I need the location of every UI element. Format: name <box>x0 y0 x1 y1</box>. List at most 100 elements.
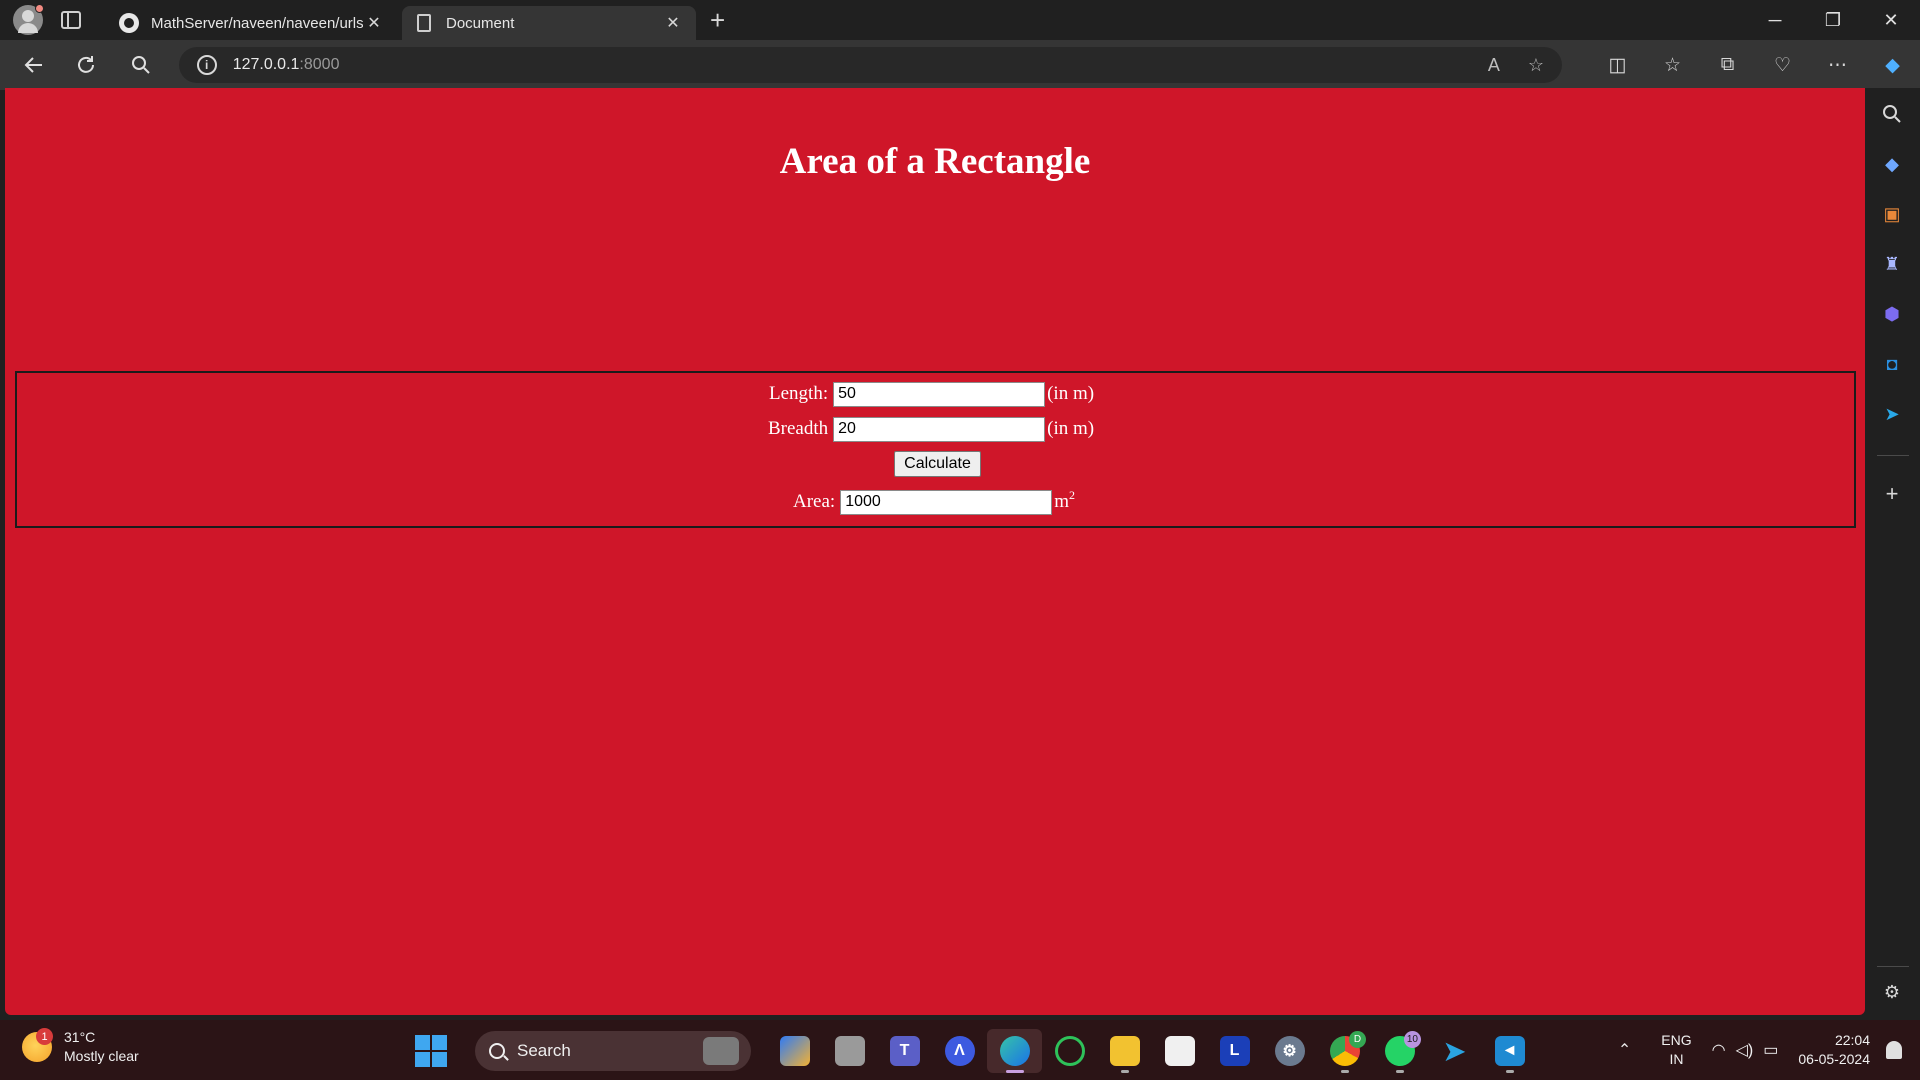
tag-icon[interactable]: ◆ <box>1880 152 1904 176</box>
reload-button[interactable] <box>69 47 105 83</box>
wifi-icon[interactable]: ◠ <box>1712 1040 1726 1060</box>
weather-badge: 1 <box>36 1028 53 1045</box>
calculator-form: Length: 50 (in m) Breadth 20 (in m) Calc… <box>15 371 1856 528</box>
reload-icon <box>78 56 95 73</box>
length-input[interactable]: 50 <box>833 381 1046 407</box>
site-info-icon[interactable]: i <box>196 55 217 75</box>
area-row: Area: 1000 m2 <box>793 488 1075 515</box>
area-output[interactable]: 1000 <box>840 489 1053 515</box>
sidebar-divider <box>1877 966 1909 967</box>
tab-title: MathServer/naveen/naveen/urls. <box>151 14 363 32</box>
url-host: 127.0.0.1 <box>232 56 300 73</box>
browser-toolbar: i 127.0.0.1:8000 A ☆ ◫ ☆ ⧉ ♡ ⋯ ◆ <box>0 40 1920 90</box>
taskbar-app-whatsapp[interactable]: 10 <box>1372 1029 1427 1073</box>
search-tab-button[interactable] <box>123 47 159 83</box>
weather-sun-icon: 1 <box>22 1028 53 1062</box>
breadth-row: Breadth 20 (in m) <box>768 416 1094 442</box>
back-button[interactable] <box>16 47 52 83</box>
taskbar-app-file-explorer[interactable] <box>1097 1029 1152 1073</box>
area-unit-base: m <box>1054 491 1069 512</box>
search-highlight-icon <box>703 1037 739 1065</box>
calculate-row: Calculate <box>894 451 981 477</box>
length-unit: (in m) <box>1047 383 1095 404</box>
taskbar-search-label: Search <box>517 1041 571 1060</box>
taskbar-app-circle[interactable] <box>1042 1029 1097 1073</box>
taskbar-app-l[interactable]: L <box>1207 1029 1262 1073</box>
minimize-button[interactable]: ─ <box>1746 0 1804 40</box>
split-screen-icon[interactable]: ◫ <box>1590 54 1645 77</box>
taskbar-app-vscode[interactable]: ◄ <box>1482 1029 1537 1073</box>
weather-condition: Mostly clear <box>64 1048 139 1064</box>
profile-avatar-icon[interactable] <box>13 4 44 35</box>
copilot-icon[interactable]: ◆ <box>1865 54 1920 77</box>
volume-icon[interactable]: ◁) <box>1736 1040 1754 1060</box>
outlook-icon[interactable]: ◘ <box>1880 352 1904 376</box>
taskbar-app-edge[interactable] <box>987 1029 1042 1073</box>
url-port: :8000 <box>299 56 340 73</box>
search-icon[interactable] <box>1880 102 1904 126</box>
taskbar-app-teams[interactable]: T <box>877 1029 932 1073</box>
taskbar-app-task-view[interactable] <box>822 1029 877 1073</box>
tab-close-icon[interactable]: ✕ <box>363 13 385 33</box>
collections-icon[interactable]: ⧉ <box>1700 54 1755 77</box>
whatsapp-badge: 10 <box>1403 1031 1421 1048</box>
breadth-input[interactable]: 20 <box>833 416 1046 442</box>
taskbar-app-telegram[interactable]: ➤ <box>1427 1029 1482 1073</box>
tab-strip: MathServer/naveen/naveen/urls. ✕ Documen… <box>0 0 1920 40</box>
new-tab-button[interactable]: + <box>710 5 725 36</box>
chess-icon[interactable]: ♜ <box>1880 252 1904 276</box>
taskbar-app-store[interactable] <box>1152 1029 1207 1073</box>
taskbar-app-settings[interactable]: ⚙ <box>1262 1029 1317 1073</box>
tab-title: Document <box>446 14 515 32</box>
language-line1: ENG <box>1661 1032 1692 1048</box>
favorites-icon[interactable]: ☆ <box>1645 54 1700 77</box>
github-icon <box>119 13 139 33</box>
window-controls: ─ ❐ ✕ <box>1746 0 1920 40</box>
favorite-star-icon[interactable]: ☆ <box>1528 55 1544 76</box>
search-icon <box>131 56 150 74</box>
read-aloud-icon[interactable]: A <box>1488 55 1500 76</box>
tab-mathserver[interactable]: MathServer/naveen/naveen/urls. ✕ <box>107 6 397 40</box>
send-icon[interactable]: ➤ <box>1880 402 1904 426</box>
taskbar-search[interactable]: Search <box>475 1031 751 1071</box>
sidebar-divider <box>1877 455 1909 456</box>
start-button[interactable] <box>415 1035 447 1067</box>
chevron-up-icon[interactable]: ⌃ <box>1618 1040 1631 1060</box>
taskbar-app-chrome[interactable]: D <box>1317 1029 1372 1073</box>
area-unit: m2 <box>1054 488 1075 513</box>
chrome-badge: D <box>1349 1031 1366 1048</box>
tab-close-icon[interactable]: ✕ <box>662 13 684 33</box>
calculate-button[interactable]: Calculate <box>894 451 981 477</box>
tab-actions-icon[interactable] <box>61 11 81 29</box>
battery-icon[interactable]: ▭ <box>1763 1040 1778 1060</box>
area-unit-superscript: 2 <box>1068 488 1075 502</box>
address-bar[interactable]: i 127.0.0.1:8000 A ☆ <box>178 47 1562 83</box>
search-icon <box>489 1043 505 1059</box>
tab-document[interactable]: Document ✕ <box>402 6 696 40</box>
system-tray: ⌃ ENG IN ◠ ◁) ▭ 22:04 06-05-2024 <box>1618 1020 1920 1080</box>
more-options-icon[interactable]: ⋯ <box>1810 54 1865 77</box>
clock[interactable]: 22:04 06-05-2024 <box>1798 1031 1870 1069</box>
toolbox-icon[interactable]: ▣ <box>1880 202 1904 226</box>
language-indicator[interactable]: ENG IN <box>1661 1031 1691 1069</box>
edge-sidebar: ◆ ▣ ♜ ⬢ ◘ ➤ + ⚙ <box>1865 88 1920 1015</box>
copilot-icon[interactable]: ⬢ <box>1880 302 1904 326</box>
notification-bell-icon[interactable] <box>1886 1041 1902 1059</box>
restore-button[interactable]: ❐ <box>1804 0 1862 40</box>
breadth-unit: (in m) <box>1047 418 1095 439</box>
browser-essentials-icon[interactable]: ♡ <box>1755 54 1810 77</box>
weather-widget[interactable]: 1 31°C Mostly clear <box>22 1028 139 1066</box>
area-label: Area: <box>793 491 836 512</box>
taskbar: 1 31°C Mostly clear Search T Λ L ⚙ D 10 … <box>0 1020 1920 1080</box>
taskbar-app-arc[interactable]: Λ <box>932 1029 987 1073</box>
length-row: Length: 50 (in m) <box>769 381 1094 407</box>
page-title: Area of a Rectangle <box>779 141 1091 182</box>
page-viewport: Area of a Rectangle Length: 50 (in m) Br… <box>5 88 1865 1015</box>
add-icon[interactable]: + <box>1880 481 1904 506</box>
taskbar-app-copilot-pre[interactable] <box>767 1029 822 1073</box>
language-line2: IN <box>1669 1051 1684 1067</box>
close-window-button[interactable]: ✕ <box>1862 0 1920 40</box>
settings-icon[interactable]: ⚙ <box>1880 980 1904 1004</box>
breadth-label: Breadth <box>768 418 829 439</box>
clock-time: 22:04 <box>1834 1032 1870 1048</box>
